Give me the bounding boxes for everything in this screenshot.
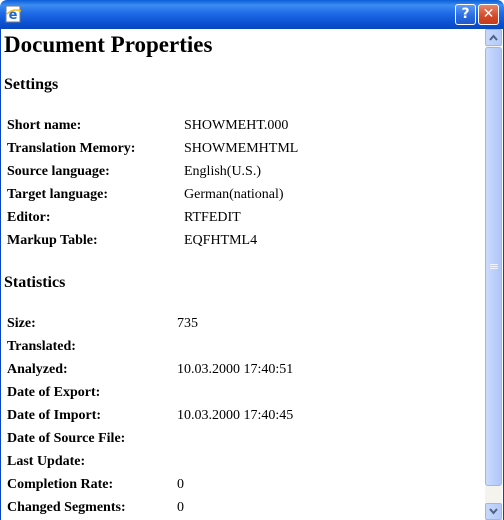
- settings-row-short-name: Short name: SHOWMEHT.000: [7, 118, 477, 138]
- translation-memory-value: SHOWMEMHTML: [184, 141, 299, 156]
- changed-segments-label: Changed Segments:: [7, 500, 126, 515]
- title-bar: e ? ✕: [0, 0, 504, 29]
- statistics-row-last-update: Last Update:: [7, 454, 477, 474]
- statistics-row-analyzed: Analyzed: 10.03.2000 17:40:51: [7, 362, 477, 382]
- last-update-label: Last Update:: [7, 454, 86, 469]
- document-content: Document Properties Settings Short name:…: [4, 29, 484, 520]
- changed-segments-value: 0: [177, 500, 184, 515]
- editor-value: RTFEDIT: [184, 210, 241, 225]
- statistics-row-date-of-export: Date of Export:: [7, 385, 477, 405]
- short-name-label: Short name:: [7, 118, 82, 133]
- statistics-row-date-of-import: Date of Import: 10.03.2000 17:40:45: [7, 408, 477, 428]
- date-of-import-value: 10.03.2000 17:40:45: [177, 408, 294, 423]
- grip-icon: [490, 264, 498, 271]
- statistics-heading: Statistics: [4, 274, 66, 291]
- statistics-row-translated: Translated:: [7, 339, 477, 359]
- date-of-source-file-label: Date of Source File:: [7, 431, 126, 446]
- date-of-import-label: Date of Import:: [7, 408, 102, 423]
- settings-row-translation-memory: Translation Memory: SHOWMEMHTML: [7, 141, 477, 161]
- scroll-down-button[interactable]: [485, 503, 502, 520]
- markup-table-value: EQFHTML4: [184, 233, 258, 248]
- translated-label: Translated:: [7, 339, 76, 354]
- scroll-thumb[interactable]: [485, 47, 502, 486]
- page-title: Document Properties: [4, 32, 213, 57]
- close-icon: ✕: [482, 6, 495, 22]
- completion-rate-value: 0: [177, 477, 184, 492]
- short-name-value: SHOWMEHT.000: [184, 118, 289, 133]
- close-button[interactable]: ✕: [478, 4, 499, 25]
- statistics-row-date-of-source-file: Date of Source File:: [7, 431, 477, 451]
- statistics-row-completion-rate: Completion Rate: 0: [7, 477, 477, 497]
- translation-memory-label: Translation Memory:: [7, 141, 136, 156]
- analyzed-value: 10.03.2000 17:40:51: [177, 362, 294, 377]
- date-of-export-label: Date of Export:: [7, 385, 101, 400]
- settings-row-markup-table: Markup Table: EQFHTML4: [7, 233, 477, 253]
- source-language-label: Source language:: [7, 164, 110, 179]
- help-button[interactable]: ?: [455, 4, 476, 25]
- statistics-row-changed-segments: Changed Segments: 0: [7, 500, 477, 520]
- settings-row-source-language: Source language: English(U.S.): [7, 164, 477, 184]
- size-value: 735: [177, 316, 198, 331]
- completion-rate-label: Completion Rate:: [7, 477, 114, 492]
- markup-table-label: Markup Table:: [7, 233, 98, 248]
- scroll-up-button[interactable]: [485, 29, 502, 46]
- settings-row-target-language: Target language: German(national): [7, 187, 477, 207]
- size-label: Size:: [7, 316, 36, 331]
- statistics-row-size: Size: 735: [7, 316, 477, 336]
- analyzed-label: Analyzed:: [7, 362, 68, 377]
- help-icon: ?: [461, 6, 470, 22]
- source-language-value: English(U.S.): [184, 164, 261, 179]
- settings-heading: Settings: [4, 76, 59, 93]
- arrow-up-icon: [489, 34, 498, 41]
- editor-label: Editor:: [7, 210, 51, 225]
- arrow-down-icon: [489, 508, 498, 515]
- ie-document-icon: e: [5, 5, 22, 23]
- settings-row-editor: Editor: RTFEDIT: [7, 210, 477, 230]
- target-language-value: German(national): [184, 187, 284, 202]
- target-language-label: Target language:: [7, 187, 108, 202]
- vertical-scrollbar[interactable]: [485, 29, 502, 520]
